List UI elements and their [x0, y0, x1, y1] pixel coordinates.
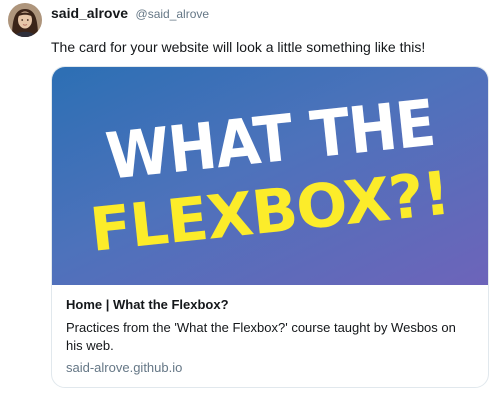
tweet: said_alrove @said_alrove The card for yo… — [0, 0, 499, 400]
link-preview-card[interactable]: WHAT THE FLEXBOX?! Home | What the Flexb… — [51, 66, 489, 388]
tweet-header: said_alrove @said_alrove — [51, 5, 209, 22]
user-handle[interactable]: @said_alrove — [136, 7, 210, 21]
card-headline-graphic: WHAT THE FLEXBOX?! — [87, 87, 453, 266]
card-description: Practices from the 'What the Flexbox?' c… — [66, 320, 456, 353]
profile-photo-icon — [8, 3, 42, 37]
tweet-text: The card for your website will look a li… — [51, 39, 426, 55]
card-title: Home | What the Flexbox? — [66, 297, 229, 312]
display-name[interactable]: said_alrove — [51, 5, 128, 21]
card-image: WHAT THE FLEXBOX?! — [52, 67, 488, 285]
card-domain: said-alrove.github.io — [66, 360, 183, 375]
avatar[interactable] — [8, 3, 42, 37]
